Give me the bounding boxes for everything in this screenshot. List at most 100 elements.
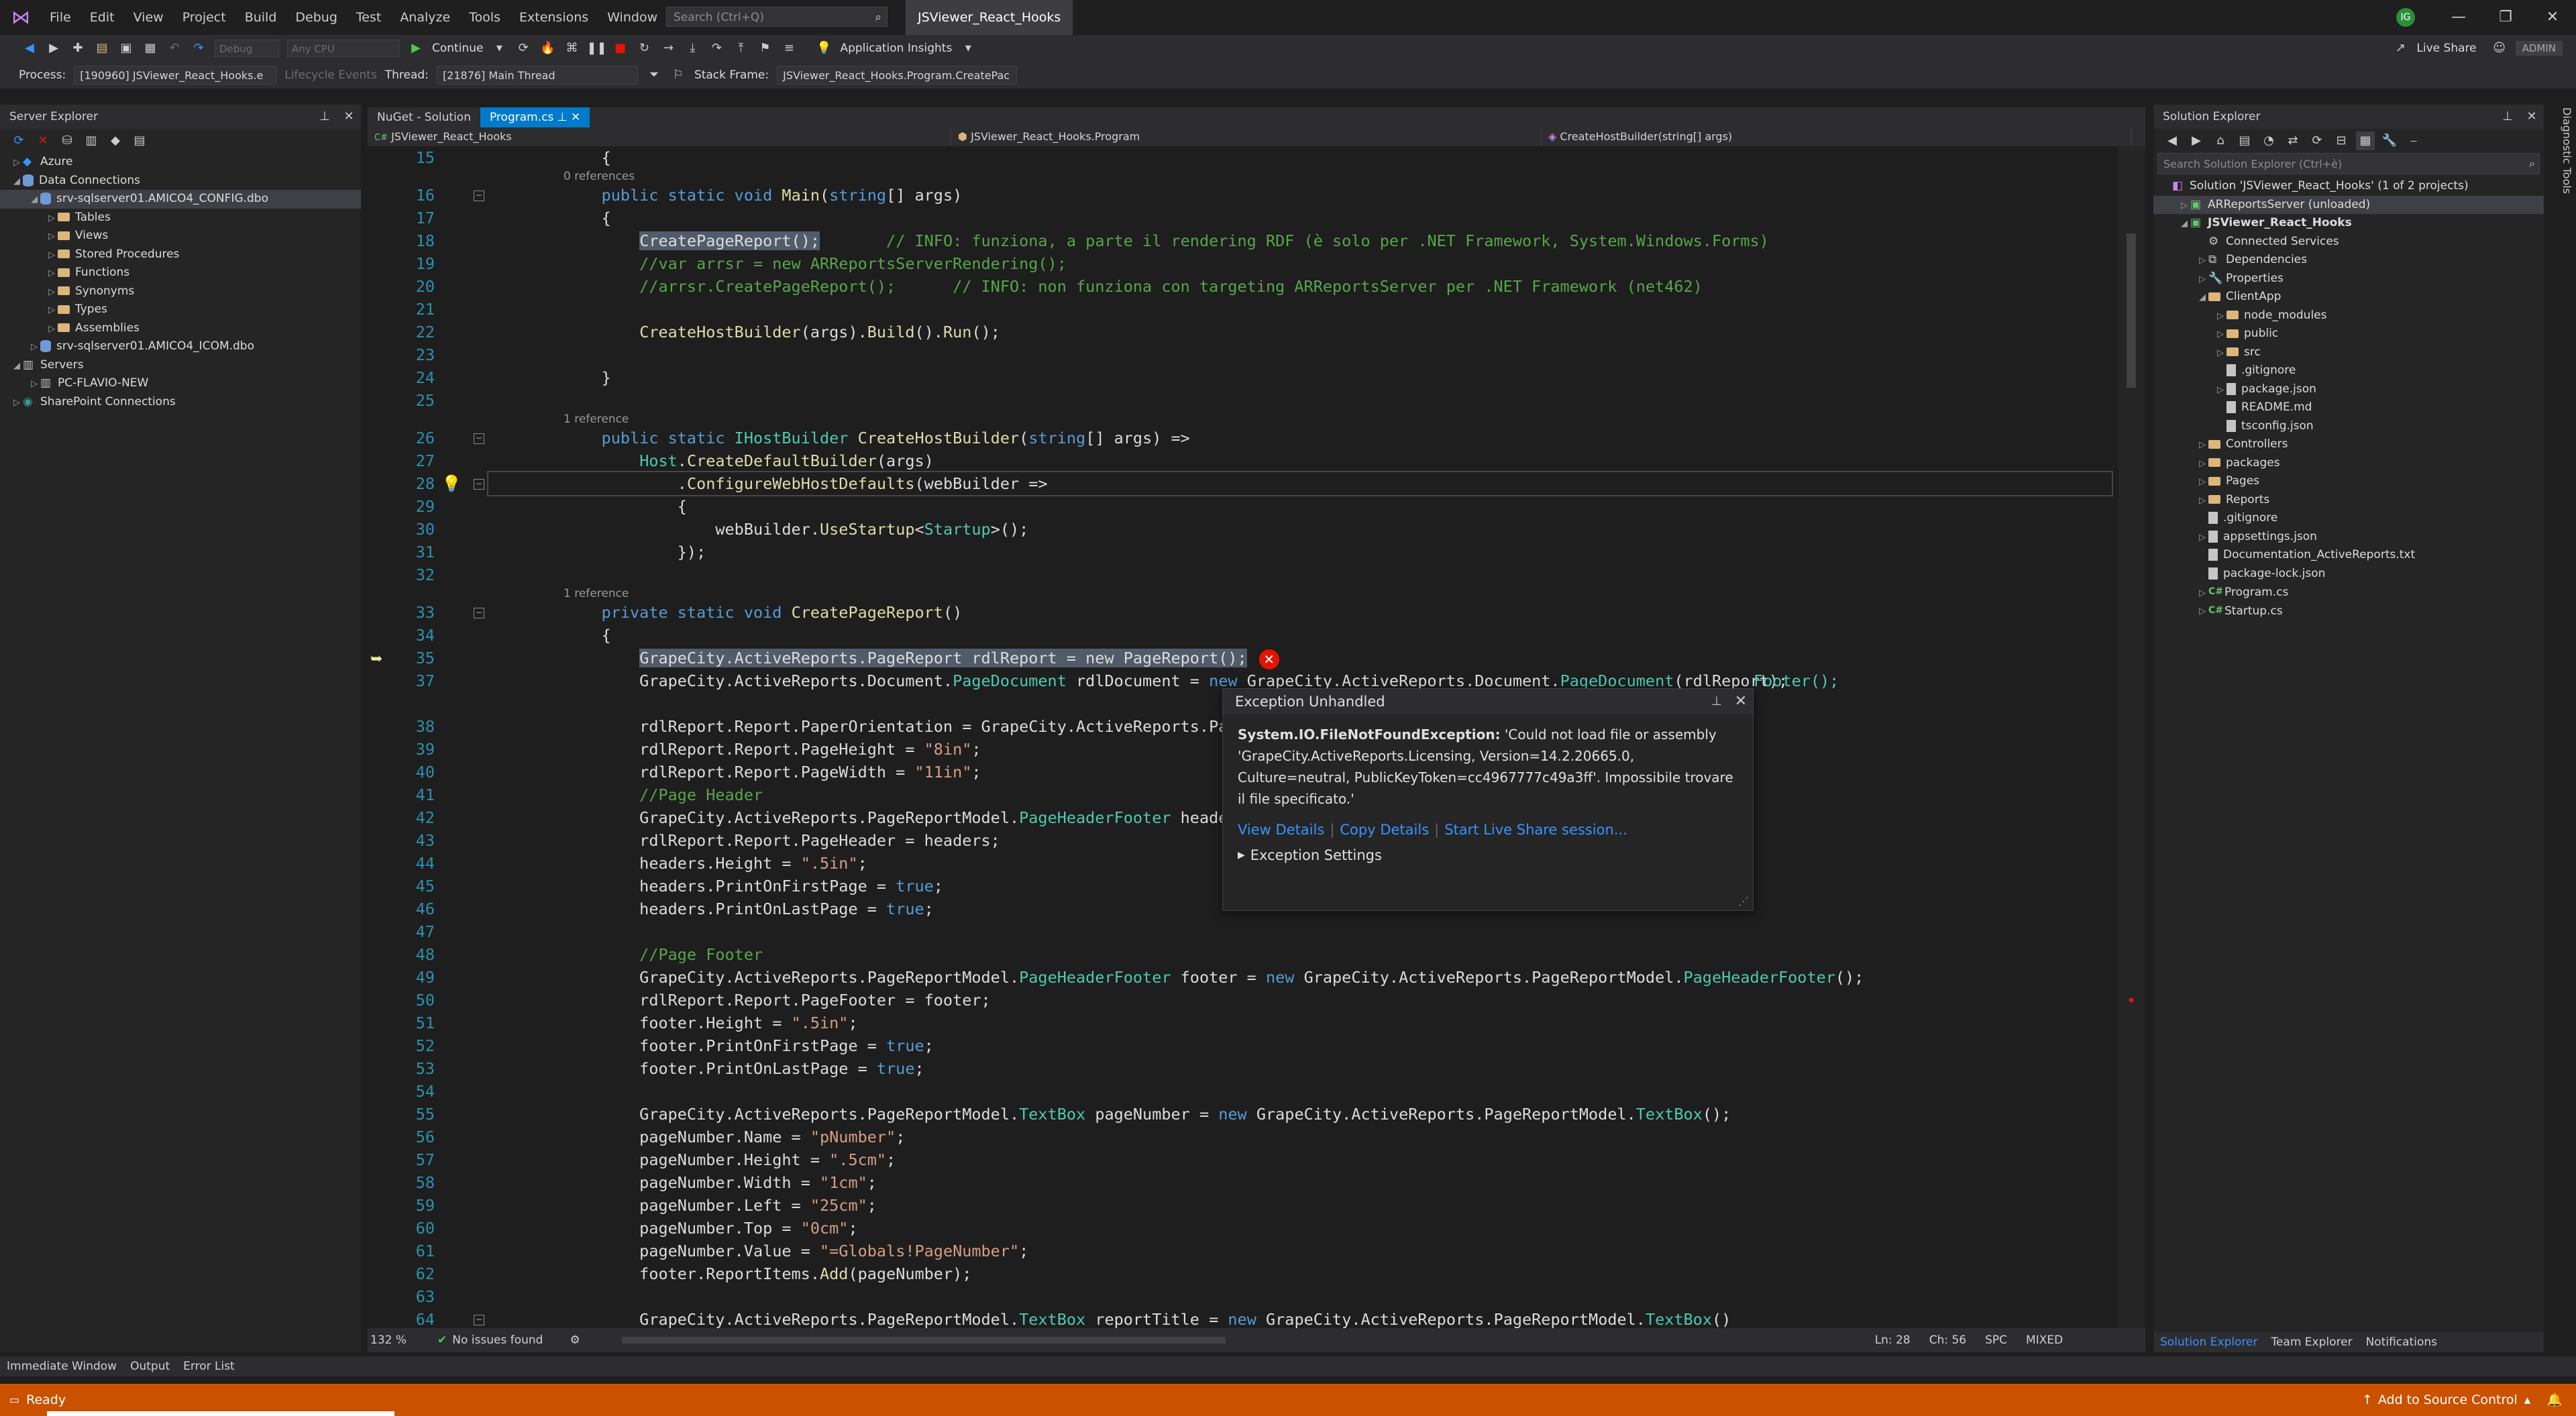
- tree-item[interactable]: ⚙ Connected Services: [2153, 233, 2544, 252]
- code-line[interactable]: 22 CreateHostBuilder(args).Build().Run()…: [368, 321, 2112, 343]
- menu-item-view[interactable]: View: [124, 0, 173, 35]
- collapsed-arrow-icon[interactable]: ▷: [2214, 381, 2226, 400]
- live-share-icon[interactable]: ↗: [2391, 39, 2410, 58]
- code-line[interactable]: 23: [368, 343, 2112, 366]
- menu-item-tools[interactable]: Tools: [460, 0, 510, 35]
- issues-status[interactable]: No issues found: [452, 1328, 543, 1352]
- code-line[interactable]: 61 pageNumber.Value = "=Globals!PageNumb…: [368, 1240, 2112, 1262]
- tree-item[interactable]: .gitignore: [2153, 509, 2544, 528]
- stop-debugging-icon[interactable]: ■: [610, 39, 629, 58]
- code-line[interactable]: 35 ➥ GrapeCity.ActiveReports.PageReport r…: [368, 647, 2112, 669]
- menu-item-project[interactable]: Project: [173, 0, 235, 35]
- tree-item[interactable]: ◢ srv-sqlserver01.AMICO4_CONFIG.dbo: [0, 190, 361, 209]
- chevron-up-icon[interactable]: ▴: [2524, 1384, 2531, 1416]
- lifecycle-events-button[interactable]: Lifecycle Events: [284, 68, 377, 82]
- tree-item[interactable]: ▷ Functions: [0, 264, 361, 282]
- connect-azure-icon[interactable]: ◆: [106, 131, 125, 150]
- pin-icon[interactable]: ⊥: [2498, 107, 2517, 126]
- collapse-icon[interactable]: −: [474, 479, 484, 490]
- code-line[interactable]: 53 footer.PrintOnLastPage = true;: [368, 1057, 2112, 1080]
- tree-item[interactable]: .gitignore: [2153, 362, 2544, 380]
- forward-icon[interactable]: ▶: [2187, 131, 2206, 150]
- thread-select[interactable]: [21876] Main Thread: [436, 66, 638, 85]
- home-icon[interactable]: ⌂: [2211, 131, 2230, 150]
- tab-program-cs[interactable]: Program.cs ⊥ ✕: [480, 107, 590, 127]
- tree-item[interactable]: ▷ C# Program.cs: [2153, 583, 2544, 602]
- chevron-down-icon[interactable]: ▾: [490, 39, 508, 58]
- navigate-forward-icon[interactable]: ▶: [44, 39, 63, 58]
- tree-item[interactable]: ▷ 🔧 Properties: [2153, 270, 2544, 288]
- save-all-icon[interactable]: ▦: [141, 39, 160, 58]
- tree-item[interactable]: tsconfig.json: [2153, 417, 2544, 436]
- collapsed-arrow-icon[interactable]: ▷: [2196, 473, 2208, 492]
- collapsed-arrow-icon[interactable]: ▷: [46, 320, 58, 339]
- collapsed-arrow-icon[interactable]: ▷: [2196, 529, 2208, 547]
- code-line[interactable]: 63: [368, 1285, 2112, 1308]
- step-out-icon[interactable]: ⤒: [731, 39, 750, 58]
- step-over-icon[interactable]: ↷: [707, 39, 726, 58]
- collapsed-arrow-icon[interactable]: ▷: [28, 375, 40, 394]
- tree-item[interactable]: ▷ package.json: [2153, 380, 2544, 399]
- tree-item[interactable]: ▷ srv-sqlserver01.AMICO4_ICOM.dbo: [0, 337, 361, 356]
- zoom-select[interactable]: 132 %: [370, 1328, 424, 1352]
- menu-item-file[interactable]: File: [40, 0, 80, 35]
- connect-server-icon[interactable]: ▥: [82, 131, 101, 150]
- minimize-icon[interactable]: —: [2435, 0, 2482, 35]
- collapsed-arrow-icon[interactable]: ▷: [2196, 455, 2208, 474]
- restore-icon[interactable]: ❐: [2482, 0, 2529, 35]
- navigate-back-icon[interactable]: ◀: [20, 39, 39, 58]
- code-line[interactable]: 55 GrapeCity.ActiveReports.PageReportMod…: [368, 1103, 2112, 1126]
- collapsed-arrow-icon[interactable]: ▷: [46, 246, 58, 265]
- horizontal-scrollbar[interactable]: [613, 1336, 1855, 1345]
- tree-item[interactable]: README.md: [2153, 398, 2544, 417]
- application-insights-button[interactable]: Application Insights: [840, 42, 952, 55]
- project-select[interactable]: C# JSViewer_React_Hooks: [368, 128, 951, 146]
- switch-views-icon[interactable]: ▤: [2235, 131, 2254, 150]
- tab-team-explorer[interactable]: Team Explorer: [2264, 1332, 2359, 1352]
- tab-output[interactable]: Output: [123, 1356, 176, 1376]
- tree-item[interactable]: ▷ ▣ ARReportsServer (unloaded): [2153, 195, 2544, 214]
- solution-configuration-select[interactable]: Debug: [215, 40, 279, 57]
- collapse-all-icon[interactable]: ⊟: [2332, 131, 2351, 150]
- expanded-arrow-icon[interactable]: ◢: [11, 172, 23, 191]
- solution-search-input[interactable]: Search Solution Explorer (Ctrl+è) ⌕: [2157, 153, 2540, 174]
- collapsed-arrow-icon[interactable]: ▷: [2196, 602, 2208, 621]
- redo-icon[interactable]: ↷: [189, 39, 208, 58]
- code-line[interactable]: 62 footer.ReportItems.Add(pageNumber);: [368, 1262, 2112, 1285]
- menu-item-build[interactable]: Build: [235, 0, 286, 35]
- browser-link-icon[interactable]: ⌘: [562, 39, 581, 58]
- collapsed-arrow-icon[interactable]: ▷: [2196, 492, 2208, 510]
- view-details-link[interactable]: View Details: [1238, 819, 1324, 840]
- collapsed-arrow-icon[interactable]: ▷: [2214, 325, 2226, 344]
- close-icon[interactable]: ✕: [339, 107, 358, 126]
- code-line[interactable]: 32: [368, 563, 2112, 586]
- codelens-references[interactable]: 1 reference: [564, 586, 629, 601]
- code-line[interactable]: 54: [368, 1080, 2112, 1103]
- filter-icon[interactable]: ⏷: [645, 66, 663, 85]
- pending-changes-icon[interactable]: ◔: [2259, 131, 2278, 150]
- tree-item[interactable]: ▷ Pages: [2153, 472, 2544, 491]
- code-line[interactable]: 30 webBuilder.UseStartup<Startup>();: [368, 518, 2112, 541]
- tree-item[interactable]: ▷ Reports: [2153, 491, 2544, 510]
- collapse-icon[interactable]: −: [474, 433, 484, 444]
- collapse-icon[interactable]: −: [474, 190, 484, 201]
- connect-database-icon[interactable]: ⛁: [58, 131, 76, 150]
- code-line[interactable]: 29 {: [368, 495, 2112, 518]
- code-line[interactable]: 47: [368, 920, 2112, 943]
- tree-item[interactable]: ▷ appsettings.json: [2153, 528, 2544, 547]
- tree-item[interactable]: package-lock.json: [2153, 565, 2544, 584]
- continue-button[interactable]: Continue: [432, 42, 483, 55]
- collapsed-arrow-icon[interactable]: ▷: [11, 394, 23, 413]
- visual-studio-logo-icon[interactable]: ⋈: [9, 6, 32, 29]
- indent-mode[interactable]: SPC: [1985, 1328, 2007, 1352]
- type-select[interactable]: ⬢ JSViewer_React_Hooks.Program: [951, 128, 1542, 146]
- open-file-icon[interactable]: ▤: [93, 39, 111, 58]
- tab-solution-explorer[interactable]: Solution Explorer: [2153, 1332, 2264, 1352]
- chevron-down-icon[interactable]: ▾: [959, 39, 977, 58]
- sync-icon[interactable]: ⇄: [2284, 131, 2302, 150]
- flag-icon[interactable]: ⚐: [669, 66, 688, 85]
- tree-item[interactable]: ▷ Controllers: [2153, 435, 2544, 454]
- expanded-arrow-icon[interactable]: ◢: [2178, 215, 2190, 233]
- tree-item[interactable]: ▷ ◉ SharePoint Connections: [0, 393, 361, 412]
- step-into-icon[interactable]: ⤓: [683, 39, 702, 58]
